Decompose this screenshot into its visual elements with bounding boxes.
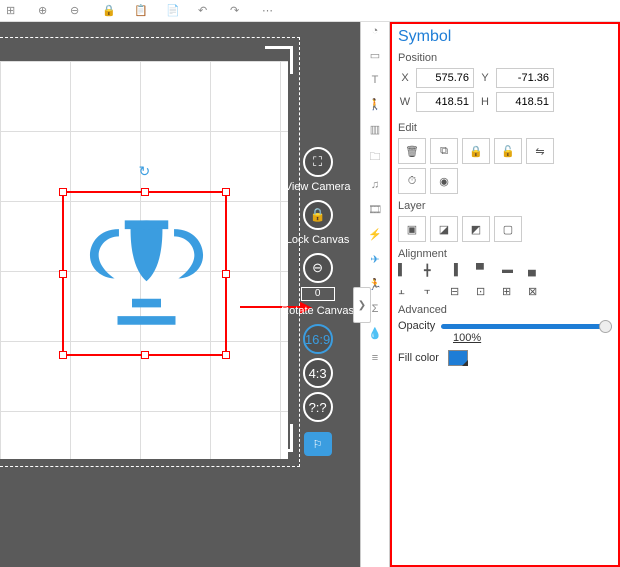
lock-canvas-button[interactable]: 🔒	[303, 200, 333, 230]
chart-icon[interactable]: ▥	[370, 123, 380, 136]
view-camera-label: View Camera	[285, 181, 351, 193]
distribute-h-icon[interactable]: ⫠	[398, 285, 414, 298]
group-icon[interactable]: ⊞	[502, 285, 518, 298]
copy-icon[interactable]: 📋	[134, 4, 148, 17]
align-top-icon[interactable]: ▀	[476, 264, 492, 277]
delete-button[interactable]: 🗑	[398, 138, 426, 164]
w-label: W	[398, 96, 412, 108]
duplicate-button[interactable]: ⧉	[430, 138, 458, 164]
resize-handle[interactable]	[222, 351, 230, 359]
opacity-slider[interactable]	[441, 324, 612, 329]
folder-icon[interactable]: 🗀	[370, 148, 381, 167]
unlock-button[interactable]: 🔓	[494, 138, 522, 164]
alignment-section-label: Alignment	[398, 248, 612, 260]
zoom-out-icon[interactable]: ⊖	[70, 4, 84, 17]
x-input[interactable]	[416, 68, 474, 88]
lock-icon[interactable]: 🔒	[102, 4, 116, 17]
edit-section-label: Edit	[398, 122, 612, 134]
space-v-icon[interactable]: ⊡	[476, 285, 492, 298]
align-center-h-icon[interactable]: ╋	[424, 264, 440, 277]
properties-panel: Symbol Position X Y W H Edit	[390, 22, 620, 567]
opacity-label: Opacity	[398, 320, 435, 332]
ratio-custom-button[interactable]: ?:?	[303, 392, 333, 422]
keyframe-button[interactable]: ◉	[430, 168, 458, 194]
timer-button[interactable]: ⏱	[398, 168, 426, 194]
resize-handle[interactable]	[222, 270, 230, 278]
text-icon[interactable]: T	[372, 74, 379, 86]
h-label: H	[478, 96, 492, 108]
bring-front-button[interactable]: ▣	[398, 216, 426, 242]
resize-handle[interactable]	[59, 270, 67, 278]
resize-handle[interactable]	[141, 188, 149, 196]
align-icon[interactable]: ⊞	[6, 4, 20, 17]
person-icon[interactable]: 🚶	[368, 98, 382, 111]
resize-handle[interactable]	[222, 188, 230, 196]
align-left-icon[interactable]: ▌	[398, 264, 414, 277]
trophy-icon[interactable]	[74, 203, 219, 348]
redo-icon[interactable]: ↷	[230, 4, 244, 17]
x-label: X	[398, 72, 412, 84]
flash-icon[interactable]: ⚡	[368, 228, 382, 241]
droplet-icon[interactable]: 💧	[368, 327, 382, 340]
plane-icon[interactable]: ✈	[370, 253, 379, 266]
layer-section-label: Layer	[398, 200, 612, 212]
film-icon[interactable]: 🎞	[368, 203, 382, 216]
resize-handle[interactable]	[59, 351, 67, 359]
h-input[interactable]	[496, 92, 554, 112]
distribute-v-icon[interactable]: ⫟	[424, 285, 440, 298]
resize-handle[interactable]	[141, 351, 149, 359]
lock-button[interactable]: 🔒	[462, 138, 490, 164]
ratio-16-9-button[interactable]: 16:9	[303, 324, 333, 354]
lock-canvas-label: Lock Canvas	[286, 234, 350, 246]
paste-icon[interactable]: 📄	[166, 4, 180, 17]
advanced-section-label: Advanced	[398, 304, 612, 316]
opacity-value[interactable]: 100%	[453, 332, 612, 344]
clock-icon[interactable]: ◔	[372, 25, 379, 37]
align-right-icon[interactable]: ▐	[450, 264, 466, 277]
music-icon[interactable]: ♫	[371, 179, 379, 191]
fillcolor-swatch[interactable]	[448, 350, 468, 366]
rotate-handle[interactable]: ↻	[139, 163, 151, 180]
canvas-area[interactable]: ↻	[0, 22, 360, 567]
position-section-label: Position	[398, 52, 612, 64]
space-h-icon[interactable]: ⊟	[450, 285, 466, 298]
bring-forward-button[interactable]: ◪	[430, 216, 458, 242]
image-icon[interactable]: ▭	[370, 49, 380, 62]
tag-button[interactable]: ⚐	[304, 432, 332, 456]
layers-icon[interactable]: ≡	[372, 352, 378, 364]
align-middle-icon[interactable]: ▬	[502, 264, 518, 277]
panel-title: Symbol	[398, 28, 612, 46]
expand-toggle[interactable]: ❯	[353, 287, 371, 323]
rotate-canvas-label: Rotate Canvas	[281, 305, 354, 317]
undo-icon[interactable]: ↶	[198, 4, 212, 17]
fillcolor-label: Fill color	[398, 352, 439, 364]
y-label: Y	[478, 72, 492, 84]
resize-handle[interactable]	[59, 188, 67, 196]
rotate-value[interactable]: 0	[301, 287, 335, 301]
formula-icon[interactable]: Σ	[372, 303, 379, 315]
rotate-canvas-button[interactable]: ⊖	[303, 253, 333, 283]
align-bottom-icon[interactable]: ▄	[528, 264, 544, 277]
selection-box[interactable]: ↻	[62, 191, 227, 356]
send-back-button[interactable]: ▢	[494, 216, 522, 242]
send-backward-button[interactable]: ◩	[462, 216, 490, 242]
view-camera-button[interactable]: ⛶	[303, 147, 333, 177]
zoom-in-icon[interactable]: ⊕	[38, 4, 52, 17]
y-input[interactable]	[496, 68, 554, 88]
ungroup-icon[interactable]: ⊠	[528, 285, 544, 298]
top-toolbar: ⊞ ⊕ ⊖ 🔒 📋 📄 ↶ ↷ ⋯	[0, 0, 620, 22]
ratio-4-3-button[interactable]: 4:3	[303, 358, 333, 388]
flip-button[interactable]: ⇋	[526, 138, 554, 164]
w-input[interactable]	[416, 92, 474, 112]
more-icon[interactable]: ⋯	[262, 4, 276, 17]
